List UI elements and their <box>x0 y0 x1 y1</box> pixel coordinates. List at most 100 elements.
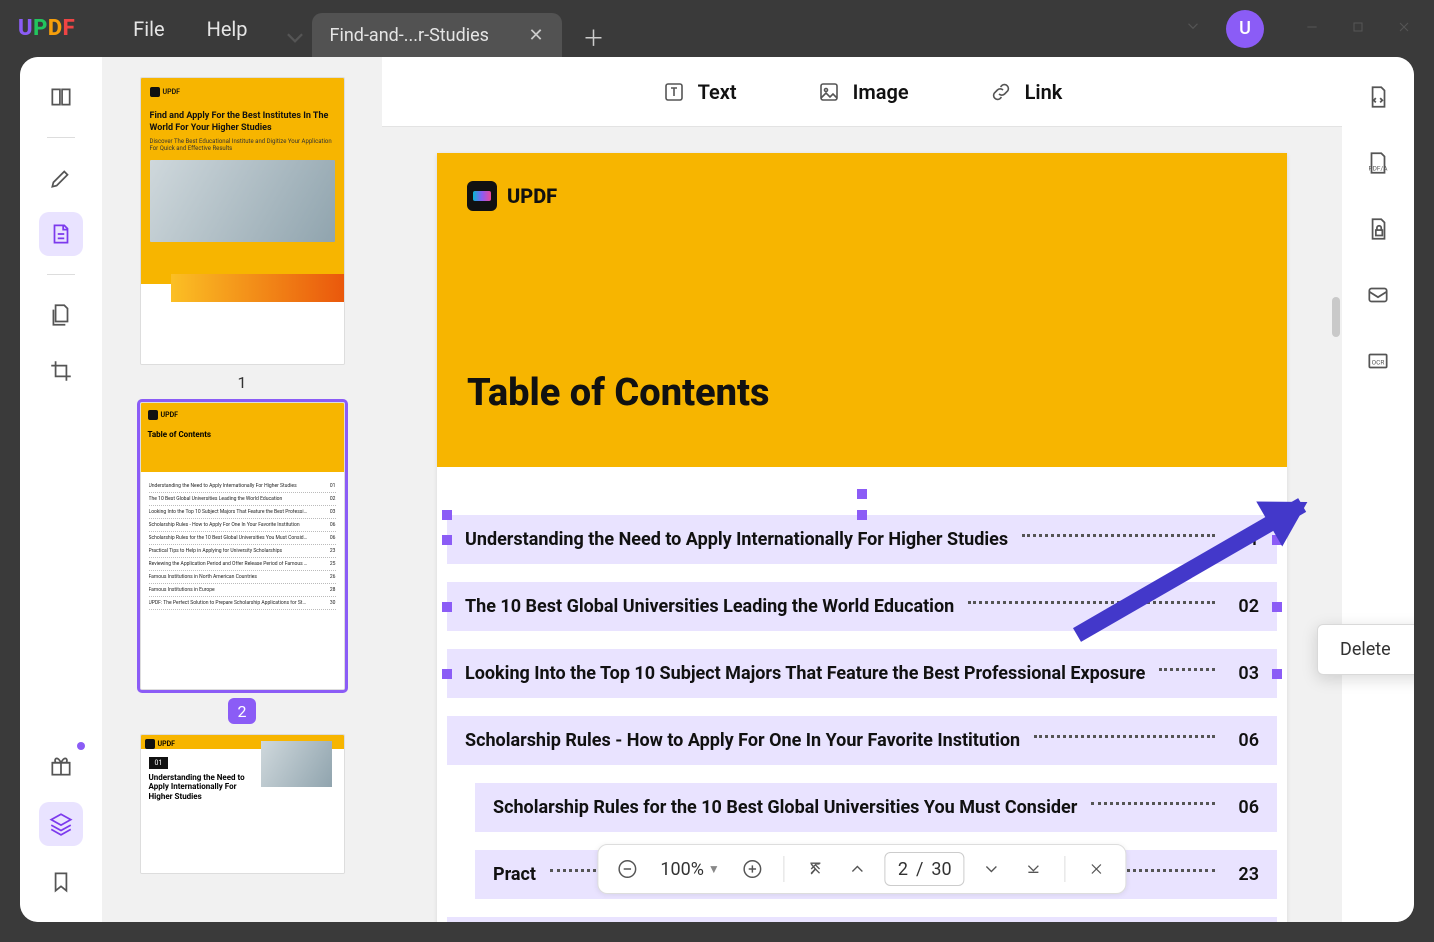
close-window-button[interactable] <box>1394 19 1414 39</box>
thumbnail-page-3[interactable]: UPDF 01 Understanding the Need to Apply … <box>140 734 345 874</box>
app-logo: UPDF <box>0 16 93 41</box>
window-controls <box>1302 19 1414 39</box>
toc-row[interactable]: Scholarship Rules - How to Apply For One… <box>447 716 1277 765</box>
next-page-button[interactable] <box>977 854 1007 884</box>
document-scroll[interactable]: UPDF Table of Contents Understanding the… <box>382 127 1342 922</box>
toc-page-number: 06 <box>1229 797 1259 818</box>
crop-button[interactable] <box>39 349 83 393</box>
reader-mode-button[interactable] <box>39 75 83 119</box>
first-page-button[interactable] <box>801 854 831 884</box>
thumb1-image <box>150 160 335 242</box>
context-menu-delete[interactable]: Delete <box>1340 639 1391 660</box>
thumb3-image <box>261 741 332 787</box>
maximize-button[interactable] <box>1348 19 1368 39</box>
toc-dots <box>1034 735 1215 738</box>
page-title: Table of Contents <box>467 371 1257 415</box>
toc-row[interactable]: Looking Into the Top 10 Subject Majors T… <box>447 649 1277 698</box>
footer-controls: 100% ▼ 2 / 30 <box>597 844 1126 894</box>
bookmark-button[interactable] <box>39 860 83 904</box>
page-separator: / <box>916 859 923 880</box>
menu-file[interactable]: File <box>133 17 164 41</box>
page-2[interactable]: UPDF Table of Contents Understanding the… <box>437 153 1287 922</box>
layers-button[interactable] <box>39 802 83 846</box>
tab-dropdown-icon[interactable] <box>278 17 312 57</box>
toc-row[interactable]: Understanding the Need to Apply Internat… <box>447 515 1277 564</box>
toc-dots <box>968 601 1215 604</box>
menu-help[interactable]: Help <box>207 17 248 41</box>
document-tab[interactable]: Find-and-...r-Studies ✕ <box>312 13 562 57</box>
thumbnails-panel: UPDF Find and Apply For the Best Institu… <box>102 57 382 922</box>
toc-text: Scholarship Rules - How to Apply For One… <box>465 730 1020 751</box>
toc-dots <box>1091 802 1215 805</box>
toc-row[interactable]: Scholarship Rules for the 10 Best Global… <box>475 783 1277 832</box>
right-toolbar: PDF/A OCR <box>1342 57 1414 922</box>
edit-image-label: Image <box>853 80 909 104</box>
edit-image-button[interactable]: Image <box>817 80 909 104</box>
thumb-logo-text: UPDF <box>161 411 179 419</box>
protect-button[interactable] <box>1356 207 1400 251</box>
zoom-out-button[interactable] <box>612 854 642 884</box>
gift-button[interactable] <box>39 744 83 788</box>
thumb-label-2: 2 <box>228 698 256 724</box>
page-logo-text: UPDF <box>507 184 557 208</box>
edit-button[interactable] <box>39 212 83 256</box>
toc-row[interactable]: Reviewing the Application Period and Off… <box>447 917 1277 922</box>
titlebar-right: U <box>1178 0 1434 57</box>
organize-pages-button[interactable] <box>39 293 83 337</box>
share-button[interactable] <box>1356 273 1400 317</box>
toc-page-number: 02 <box>1229 596 1259 617</box>
prev-page-button[interactable] <box>843 854 873 884</box>
thumb1-subtitle: Discover The Best Educational Institute … <box>150 138 335 152</box>
zoom-in-button[interactable] <box>738 854 768 884</box>
thumb3-badge: 01 <box>149 757 169 769</box>
toc-text: Pract <box>493 864 536 885</box>
pdfa-button[interactable]: PDF/A <box>1356 141 1400 185</box>
thumbnail-page-2[interactable]: UPDF Table of Contents Understanding the… <box>140 402 345 690</box>
thumb2-title: Table of Contents <box>148 430 337 439</box>
vertical-scrollbar-thumb[interactable] <box>1332 297 1340 337</box>
new-tab-button[interactable]: ＋ <box>574 17 614 57</box>
svg-text:PDF/A: PDF/A <box>1369 165 1389 173</box>
thumb-logo-text: UPDF <box>163 88 181 96</box>
toc-page-number: 23 <box>1229 864 1259 885</box>
titlebar: UPDF File Help Find-and-...r-Studies ✕ ＋… <box>0 0 1434 57</box>
thumb-label-1: 1 <box>238 373 247 392</box>
ocr-button[interactable]: OCR <box>1356 339 1400 383</box>
separator <box>47 137 75 138</box>
thumb2-body: Understanding the Need to Apply Internat… <box>141 472 344 689</box>
zoom-caret-icon: ▼ <box>708 862 720 876</box>
zoom-level[interactable]: 100% ▼ <box>654 859 725 880</box>
edit-link-button[interactable]: Link <box>989 80 1063 104</box>
thumb-logo-text: UPDF <box>158 740 176 748</box>
close-footer-button[interactable] <box>1082 854 1112 884</box>
toc-dots <box>1159 668 1215 671</box>
user-avatar[interactable]: U <box>1226 10 1264 48</box>
close-tab-icon[interactable]: ✕ <box>528 25 543 46</box>
thumb3-title: Understanding the Need to Apply Internat… <box>149 773 261 802</box>
edit-text-label: Text <box>698 80 737 104</box>
page-number-input[interactable]: 2 / 30 <box>885 852 965 886</box>
tab-title: Find-and-...r-Studies <box>330 25 489 46</box>
page-logo: UPDF <box>467 181 1257 211</box>
thumb1-title: Find and Apply For the Best Institutes I… <box>150 111 335 134</box>
toc-page-number: 03 <box>1229 663 1259 684</box>
left-toolbar <box>20 57 102 922</box>
thumbnail-page-1[interactable]: UPDF Find and Apply For the Best Institu… <box>140 77 345 365</box>
edit-text-button[interactable]: Text <box>662 80 737 104</box>
current-page: 2 <box>898 859 908 880</box>
annotate-button[interactable] <box>39 156 83 200</box>
toc-text: Scholarship Rules for the 10 Best Global… <box>493 797 1077 818</box>
toc-text: The 10 Best Global Universities Leading … <box>465 596 954 617</box>
toc-text: Understanding the Need to Apply Internat… <box>465 529 1008 550</box>
account-dropdown-icon[interactable] <box>1178 17 1208 40</box>
menu-bar: File Help <box>133 17 247 41</box>
last-page-button[interactable] <box>1019 854 1049 884</box>
page-hero: UPDF Table of Contents <box>437 153 1287 467</box>
minimize-button[interactable] <box>1302 19 1322 39</box>
convert-button[interactable] <box>1356 75 1400 119</box>
workspace: UPDF Find and Apply For the Best Institu… <box>20 57 1414 922</box>
document-area: Text Image Link UPDF Table of Contents <box>382 57 1342 922</box>
svg-text:OCR: OCR <box>1372 358 1385 366</box>
zoom-value-text: 100% <box>660 859 704 880</box>
toc-dots <box>1022 534 1215 537</box>
